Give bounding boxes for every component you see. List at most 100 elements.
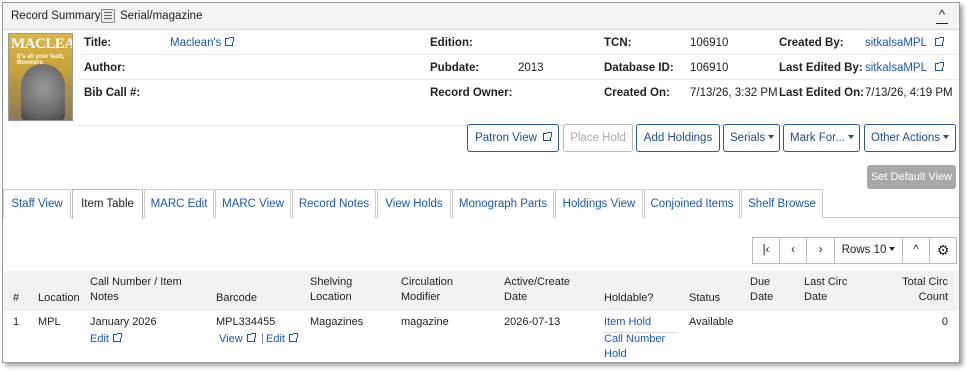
barcode-view-link[interactable]: View — [219, 332, 256, 347]
external-link-icon — [225, 37, 235, 46]
metadata-row: Author: Pubdate: 2013 Database ID: 10691… — [78, 55, 959, 80]
tab-view-holds[interactable]: View Holds — [377, 189, 451, 218]
external-link-icon — [935, 62, 944, 71]
serials-dropdown[interactable]: Serials — [723, 124, 780, 152]
column-header-holdable[interactable]: Holdable? — [604, 291, 654, 306]
tab-shelf-browse[interactable]: Shelf Browse — [741, 189, 823, 218]
tab-item-table[interactable]: Item Table — [72, 189, 143, 219]
rows-per-page-dropdown[interactable]: Rows 10 — [834, 237, 903, 264]
caret-down-icon — [847, 135, 854, 139]
last-edited-on-value: 7/13/26, 4:19 PM — [865, 87, 953, 99]
row-active-date: 2026-07-13 — [504, 316, 561, 328]
row-total-circ-count: 0 — [941, 316, 948, 328]
tab-conjoined-items[interactable]: Conjoined Items — [644, 189, 740, 218]
chevron-up-icon: ^ — [913, 244, 919, 256]
external-link-icon — [935, 37, 944, 46]
cover-portrait — [21, 64, 65, 120]
caret-down-icon — [943, 135, 950, 139]
database-id-value: 106910 — [690, 62, 729, 74]
metadata-row: Title: Maclean's Edition: TCN: 106910 Cr… — [78, 30, 959, 55]
title-label: Title: — [84, 37, 112, 49]
author-label: Author: — [84, 62, 126, 74]
pubdate-value: 2013 — [518, 62, 544, 74]
record-owner-label: Record Owner: — [430, 87, 513, 99]
created-on-label: Created On: — [604, 87, 670, 99]
mark-for-dropdown[interactable]: Mark For... — [783, 124, 860, 152]
column-header-number[interactable]: # — [13, 291, 19, 306]
column-header-total-circ-count[interactable]: Total Circ Count — [893, 275, 948, 305]
record-summary-header: Record Summary Serial/magazine ^ — [3, 3, 959, 30]
title-link[interactable]: Maclean's — [170, 37, 235, 49]
tab-marc-view[interactable]: MARC View — [215, 189, 291, 218]
tab-marc-edit[interactable]: MARC Edit — [144, 189, 214, 218]
created-by-link[interactable]: sitkalsaMPL — [865, 37, 944, 49]
column-header-barcode[interactable]: Barcode — [216, 291, 257, 306]
place-hold-button[interactable]: Place Hold — [563, 124, 633, 152]
grid-settings-button[interactable]: ⚙ — [929, 237, 957, 264]
collapse-summary-icon[interactable]: ^ — [935, 8, 949, 24]
row-number: 1 — [13, 316, 20, 328]
first-page-icon: |‹ — [762, 244, 770, 256]
add-holdings-button[interactable]: Add Holdings — [636, 124, 720, 152]
tab-staff-view[interactable]: Staff View — [3, 189, 71, 218]
call-number-hold-link[interactable]: Call Number Hold — [604, 332, 678, 362]
tab-monograph-parts[interactable]: Monograph Parts — [452, 189, 554, 218]
cover-masthead: MACLEAN'S — [11, 36, 73, 52]
item-hold-link[interactable]: Item Hold — [604, 315, 678, 333]
item-table-header: # Location Call Number / Item Notes Barc… — [3, 271, 959, 311]
edition-label: Edition: — [430, 37, 473, 49]
record-format-label: Serial/magazine — [120, 10, 203, 22]
external-link-icon — [246, 333, 256, 342]
record-metadata: Title: Maclean's Edition: TCN: 106910 Cr… — [78, 30, 959, 126]
column-header-last-circ-date[interactable]: Last Circ Date — [804, 275, 856, 305]
previous-page-button[interactable]: ‹ — [779, 237, 807, 264]
row-status: Available — [689, 316, 734, 328]
tab-holdings-view[interactable]: Holdings View — [555, 189, 643, 218]
set-default-view-button[interactable]: Set Default View — [867, 165, 956, 189]
serial-format-icon — [101, 9, 115, 23]
external-link-icon — [112, 333, 122, 342]
other-actions-dropdown[interactable]: Other Actions — [864, 124, 956, 152]
record-summary-panel: Record Summary Serial/magazine ^ MACLEAN… — [2, 2, 960, 363]
column-header-circulation-modifier[interactable]: Circulation Modifier — [401, 275, 471, 305]
row-shelving-location: Magazines — [310, 316, 364, 328]
first-page-button[interactable]: |‹ — [752, 237, 780, 264]
patron-view-button[interactable]: Patron View — [467, 124, 559, 152]
row-location: MPL — [38, 316, 61, 328]
last-edited-on-label: Last Edited On: — [779, 87, 864, 99]
call-number-edit-link[interactable]: Edit — [90, 332, 122, 347]
pubdate-label: Pubdate: — [430, 62, 480, 74]
record-tabs: Staff View Item Table MARC Edit MARC Vie… — [3, 189, 959, 219]
chevron-right-icon: › — [818, 244, 823, 256]
record-summary-title: Record Summary — [11, 10, 101, 22]
column-header-call-number[interactable]: Call Number / Item Notes — [90, 275, 200, 305]
column-header-due-date[interactable]: Due Date — [750, 275, 780, 305]
collapse-table-button[interactable]: ^ — [902, 237, 930, 264]
last-edited-by-link[interactable]: sitkalsaMPL — [865, 62, 944, 74]
external-link-icon — [542, 132, 552, 141]
row-circulation-modifier: magazine — [401, 316, 449, 328]
tcn-value: 106910 — [690, 37, 729, 49]
database-id-label: Database ID: — [604, 62, 674, 74]
tab-record-notes[interactable]: Record Notes — [292, 189, 376, 218]
caret-down-icon — [889, 247, 896, 251]
next-page-button[interactable]: › — [806, 237, 835, 264]
column-header-status[interactable]: Status — [689, 291, 720, 306]
last-edited-by-label: Last Edited By: — [779, 62, 863, 74]
created-on-value: 7/13/26, 3:32 PM — [690, 87, 778, 99]
caret-down-icon — [768, 135, 775, 139]
column-header-active-date[interactable]: Active/Create Date — [504, 275, 576, 305]
barcode-edit-link[interactable]: Edit — [266, 332, 298, 347]
row-barcode: MPL334455 — [216, 316, 276, 328]
metadata-row: Bib Call #: Record Owner: Created On: 7/… — [78, 80, 959, 105]
cover-image: MACLEAN'S It's all your fault, Boomers — [8, 33, 73, 121]
row-call-number: January 2026 — [90, 316, 157, 328]
external-link-icon — [288, 333, 298, 342]
bib-call-label: Bib Call #: — [84, 87, 141, 99]
column-header-shelving-location[interactable]: Shelving Location — [310, 275, 372, 305]
tcn-label: TCN: — [604, 37, 632, 49]
chevron-left-icon: ‹ — [791, 244, 795, 256]
created-by-label: Created By: — [779, 37, 844, 49]
gear-icon: ⚙ — [936, 242, 950, 258]
column-header-location[interactable]: Location — [38, 291, 80, 306]
